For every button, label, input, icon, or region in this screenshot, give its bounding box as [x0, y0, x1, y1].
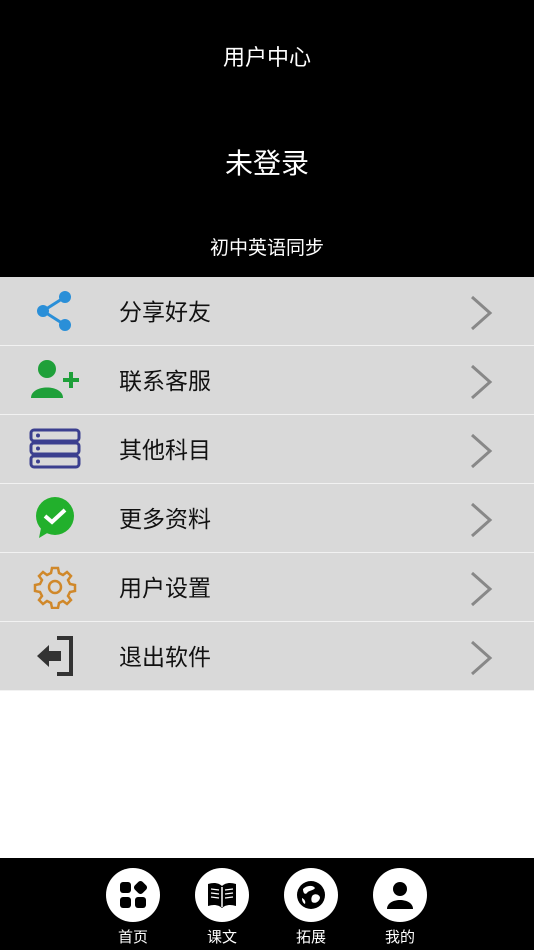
tab-home[interactable]: 首页 — [101, 868, 165, 950]
menu-item-label: 其他科目 — [119, 438, 211, 464]
exit-icon — [28, 634, 82, 678]
chevron-right-icon — [466, 639, 496, 677]
menu-item-more-materials[interactable]: 更多资料 — [0, 484, 534, 553]
chevron-right-icon — [466, 432, 496, 470]
page-title: 用户中心 — [222, 46, 311, 71]
menu-item-label: 联系客服 — [119, 369, 211, 395]
menu-item-contact-service[interactable]: 联系客服 — [0, 346, 534, 415]
wechat-check-icon — [28, 496, 82, 540]
menu-item-label: 更多资料 — [119, 507, 211, 533]
menu-item-other-subjects[interactable]: 其他科目 — [0, 415, 534, 484]
server-list-icon — [28, 427, 82, 471]
share-icon — [28, 289, 82, 333]
book-icon — [195, 868, 249, 922]
chevron-right-icon — [466, 570, 496, 608]
menu-item-label: 用户设置 — [119, 576, 211, 602]
chevron-right-icon — [466, 294, 496, 332]
menu-item-label: 退出软件 — [119, 645, 211, 671]
tab-label: 拓展 — [295, 928, 326, 946]
settings-menu: 分享好友 联系客服 其他科目 更多资料 用户设置 退出软件 — [0, 277, 534, 691]
menu-item-user-settings[interactable]: 用户设置 — [0, 553, 534, 622]
tab-label: 我的 — [384, 928, 415, 946]
tab-label: 首页 — [117, 928, 148, 946]
menu-item-label: 分享好友 — [119, 300, 211, 326]
chevron-right-icon — [466, 363, 496, 401]
tab-texts[interactable]: 课文 — [190, 868, 254, 950]
menu-item-exit[interactable]: 退出软件 — [0, 622, 534, 691]
user-center-header: 用户中心 未登录 初中英语同步 — [0, 0, 534, 277]
gear-icon — [28, 565, 82, 609]
home-grid-icon — [106, 868, 160, 922]
globe-icon — [284, 868, 338, 922]
login-status[interactable]: 未登录 — [0, 144, 534, 184]
menu-item-share[interactable]: 分享好友 — [0, 277, 534, 346]
bottom-tab-bar: 首页 课文 拓展 我的 — [0, 858, 534, 950]
tab-label: 课文 — [206, 928, 237, 946]
add-user-icon — [28, 358, 82, 402]
user-icon — [373, 868, 427, 922]
tab-mine[interactable]: 我的 — [368, 868, 432, 950]
chevron-right-icon — [466, 501, 496, 539]
tab-extension[interactable]: 拓展 — [279, 868, 343, 950]
course-name: 初中英语同步 — [209, 237, 324, 259]
